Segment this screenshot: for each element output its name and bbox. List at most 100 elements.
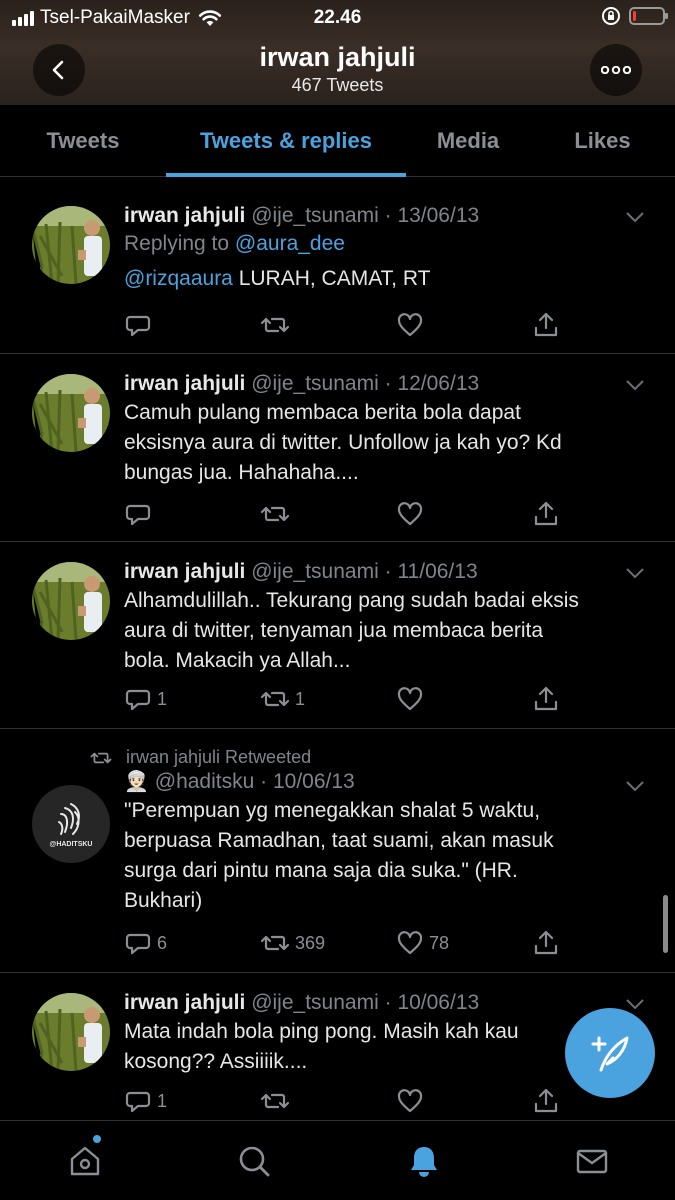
reply-icon: [125, 504, 151, 526]
separator: ·: [384, 204, 392, 227]
retweet-button[interactable]: [260, 502, 396, 526]
author-name[interactable]: irwan jahjuli: [124, 204, 245, 227]
separator: ·: [384, 991, 392, 1014]
compose-tweet-button[interactable]: [565, 1008, 655, 1098]
heart-icon: [397, 502, 423, 526]
reply-icon: [125, 315, 151, 337]
reply-icon: [125, 689, 151, 711]
share-button[interactable]: [532, 311, 560, 339]
battery-icon: [629, 7, 668, 25]
chevron-down-icon[interactable]: [625, 566, 645, 580]
nav-notifications[interactable]: [402, 1139, 446, 1183]
like-count: 78: [429, 932, 450, 953]
chevron-down-icon[interactable]: [625, 997, 645, 1011]
chevron-down-icon[interactable]: [625, 779, 645, 793]
retweet-icon: [260, 506, 290, 522]
nav-home[interactable]: [63, 1135, 107, 1183]
notifications-icon: [411, 1147, 437, 1177]
heart-icon: [397, 931, 423, 955]
retweet-icon: [260, 935, 290, 951]
chevron-down-icon[interactable]: [625, 210, 645, 224]
reply-icon: [125, 1091, 151, 1113]
search-icon: [239, 1146, 270, 1177]
avatar[interactable]: [32, 562, 110, 640]
reply-button[interactable]: [124, 312, 260, 338]
tab-media[interactable]: Media: [406, 105, 530, 176]
chevron-down-icon[interactable]: [625, 378, 645, 392]
retweet-icon: [90, 752, 112, 763]
like-button[interactable]: [396, 686, 532, 712]
tweet-timeline[interactable]: irwan jahjuli @ije_tsunami · 13/06/13 Re…: [0, 178, 675, 1120]
retweet-button[interactable]: 369: [260, 931, 396, 955]
header-title: irwan jahjuli 467 Tweets: [0, 42, 675, 96]
reply-button[interactable]: 6: [124, 930, 260, 956]
compose-feather-icon: [591, 1036, 629, 1072]
tweet[interactable]: irwan jahjuli Retweeted @HADITSKU 👳🏻 @ha…: [0, 729, 675, 973]
reply-button[interactable]: 1: [124, 686, 260, 712]
retweet-button[interactable]: 1: [260, 687, 396, 711]
tweet-actions: 1 1: [124, 684, 560, 714]
tweet-meta: irwan jahjuli @ije_tsunami · 10/06/13: [124, 991, 645, 1015]
tab-tweets-replies[interactable]: Tweets & replies: [166, 105, 406, 177]
bottom-navigation: [0, 1120, 675, 1200]
author-handle: @ije_tsunami: [251, 204, 379, 227]
like-button[interactable]: 78: [396, 930, 532, 956]
author-handle[interactable]: @haditsku: [155, 770, 255, 793]
tweet[interactable]: irwan jahjuli @ije_tsunami · 12/06/13 Ca…: [0, 354, 675, 542]
tweet-text: Camuh pulang membaca berita bola dapat e…: [124, 401, 562, 484]
scrollbar[interactable]: [663, 895, 668, 953]
reply-count: 1: [157, 688, 168, 709]
avatar-label: @HADITSKU: [49, 841, 93, 848]
tab-tweets[interactable]: Tweets: [0, 105, 166, 176]
separator: ·: [260, 770, 268, 793]
share-button[interactable]: [532, 685, 560, 713]
heart-icon: [397, 313, 423, 337]
reply-button[interactable]: 1: [124, 1088, 260, 1114]
author-name[interactable]: irwan jahjuli: [124, 991, 245, 1014]
messages-icon: [576, 1149, 608, 1174]
heart-icon: [397, 1089, 423, 1113]
author-handle: @ije_tsunami: [251, 372, 379, 395]
replying-to: Replying to @aura_dee: [124, 232, 345, 255]
replying-to-link[interactable]: @aura_dee: [235, 232, 345, 255]
tweet-actions: [124, 499, 560, 529]
tab-likes[interactable]: Likes: [530, 105, 675, 176]
tweet[interactable]: irwan jahjuli @ije_tsunami · 11/06/13 Al…: [0, 542, 675, 729]
retweet-button[interactable]: [260, 313, 396, 337]
like-button[interactable]: [396, 501, 532, 527]
tweet[interactable]: irwan jahjuli @ije_tsunami · 13/06/13 Re…: [0, 178, 675, 354]
retweet-icon: [260, 1093, 290, 1109]
share-icon: [534, 930, 558, 955]
like-button[interactable]: [396, 1088, 532, 1114]
tweet-text: @rizqaaura LURAH, CAMAT, RT: [124, 267, 431, 290]
heart-icon: [397, 687, 423, 711]
like-button[interactable]: [396, 312, 532, 338]
tweet-date: 10/06/13: [272, 770, 355, 793]
retweet-button[interactable]: [260, 1089, 396, 1113]
nav-search[interactable]: [232, 1139, 276, 1183]
tweet-text: Alhamdulillah.. Tekurang pang sudah bada…: [124, 589, 579, 672]
more-button[interactable]: [590, 44, 642, 96]
author-name[interactable]: irwan jahjuli: [124, 560, 245, 583]
avatar[interactable]: @HADITSKU: [32, 785, 110, 863]
share-icon: [534, 1088, 558, 1113]
mention-link[interactable]: @rizqaaura: [124, 267, 233, 290]
profile-name: irwan jahjuli: [259, 42, 416, 72]
clock: 22.46: [313, 7, 362, 28]
avatar[interactable]: [32, 374, 110, 452]
profile-tabs: Tweets Tweets & replies Media Likes: [0, 105, 675, 177]
share-button[interactable]: [532, 500, 560, 528]
share-button[interactable]: [532, 929, 560, 957]
author-name[interactable]: irwan jahjuli: [124, 372, 245, 395]
retweet-count: 369: [295, 932, 326, 953]
tweet-meta: 👳🏻 @haditsku · 10/06/13: [124, 769, 645, 794]
tweet-date: 13/06/13: [397, 204, 480, 227]
avatar[interactable]: [32, 206, 110, 284]
share-button[interactable]: [532, 1087, 560, 1115]
author-handle: @ije_tsunami: [251, 560, 379, 583]
reply-button[interactable]: [124, 501, 260, 527]
avatar[interactable]: [32, 993, 110, 1071]
tweet-meta: irwan jahjuli @ije_tsunami · 12/06/13: [124, 372, 645, 396]
tweet-meta: irwan jahjuli @ije_tsunami · 11/06/13: [124, 560, 645, 584]
nav-messages[interactable]: [570, 1139, 614, 1183]
